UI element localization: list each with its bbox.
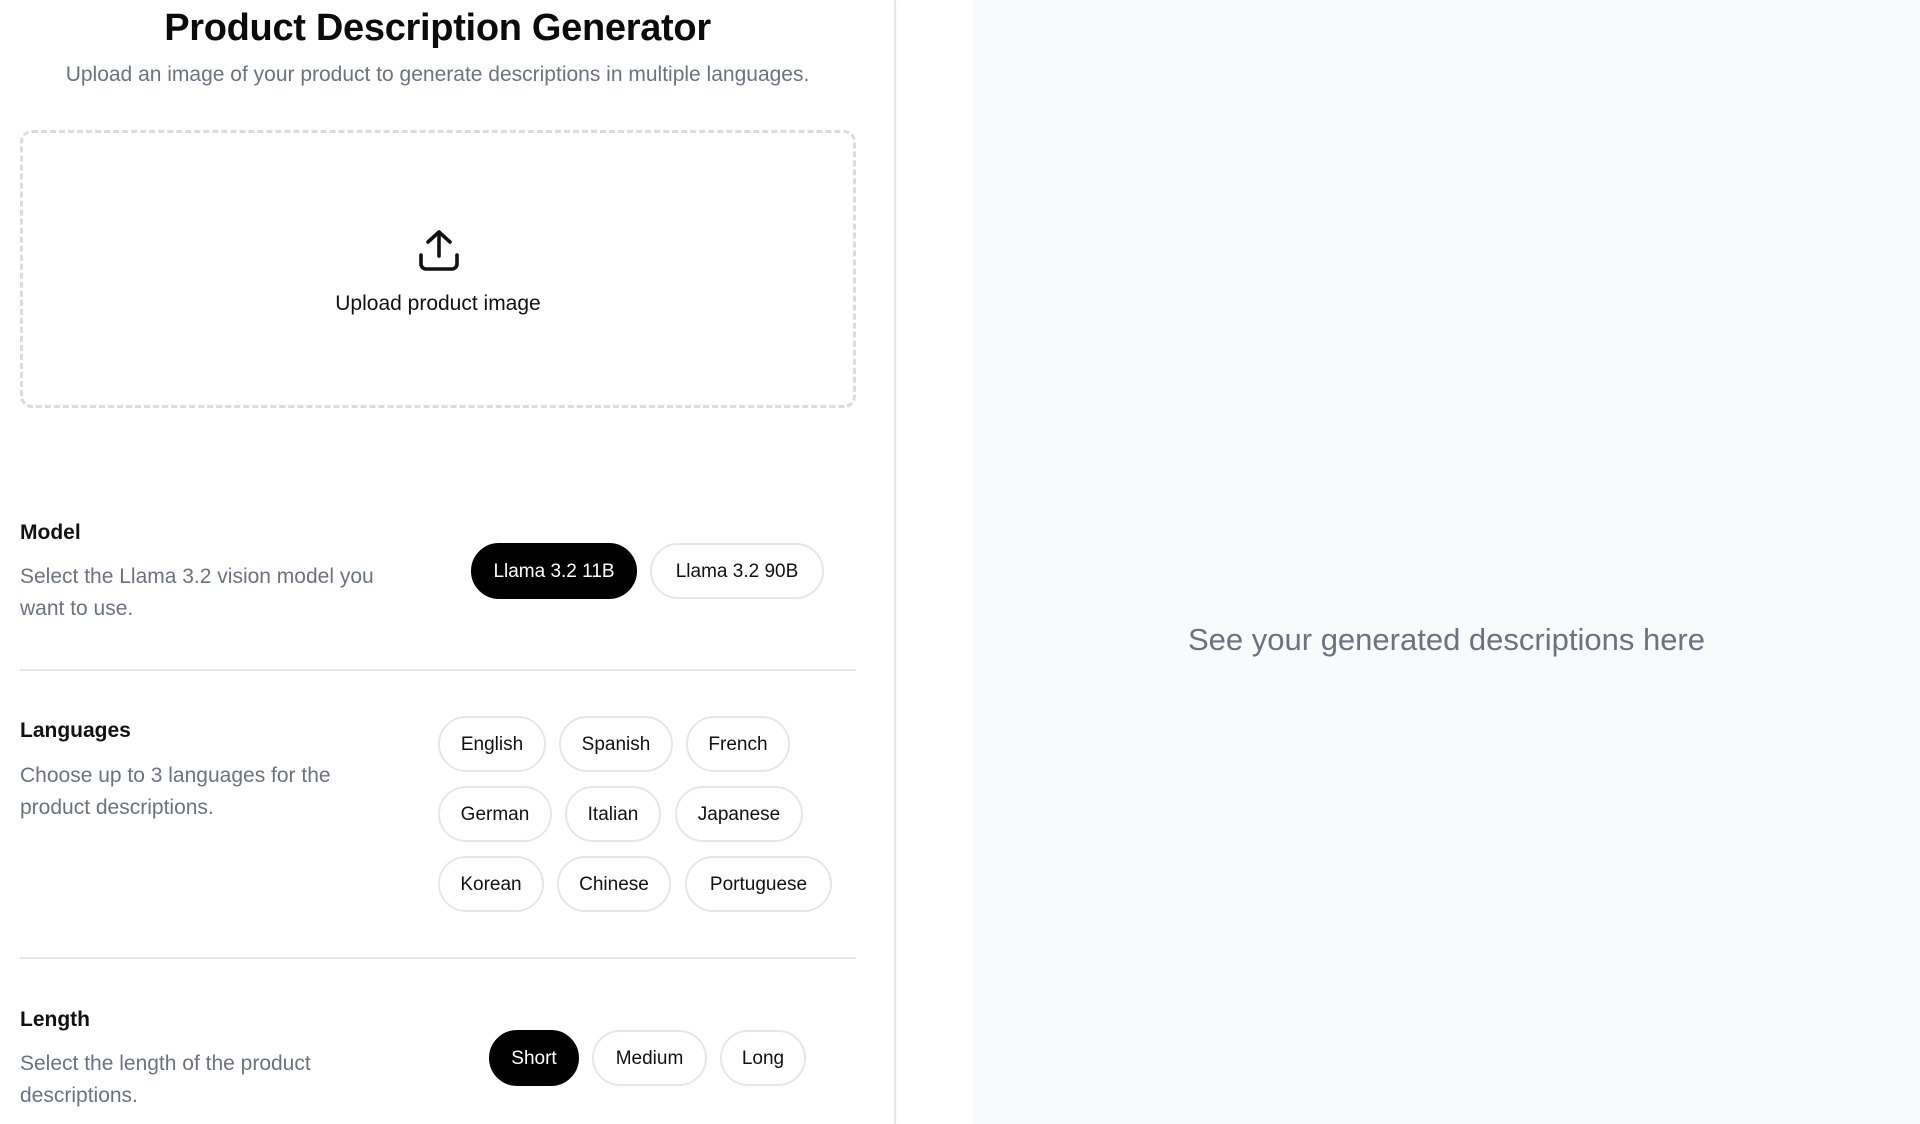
section-divider bbox=[20, 957, 856, 959]
language-option-french[interactable]: French bbox=[686, 716, 790, 772]
upload-label: Upload product image bbox=[335, 292, 541, 315]
language-option-japanese[interactable]: Japanese bbox=[675, 786, 803, 842]
page-subtitle: Upload an image of your product to gener… bbox=[65, 63, 810, 86]
page-title: Product Description Generator bbox=[164, 7, 711, 49]
settings-panel: Product Description Generator Upload an … bbox=[0, 0, 895, 1124]
language-option-italian[interactable]: Italian bbox=[565, 786, 661, 842]
section-divider bbox=[20, 669, 856, 671]
panel-divider bbox=[894, 0, 896, 1124]
model-option-llama-90b[interactable]: Llama 3.2 90B bbox=[650, 543, 824, 599]
language-option-english[interactable]: English bbox=[438, 716, 546, 772]
model-description: Select the Llama 3.2 vision model you wa… bbox=[20, 565, 374, 620]
length-heading: Length bbox=[20, 1008, 90, 1031]
length-option-short[interactable]: Short bbox=[489, 1030, 579, 1086]
languages-heading: Languages bbox=[20, 719, 131, 742]
length-description: Select the length of the product descrip… bbox=[20, 1052, 311, 1107]
language-option-spanish[interactable]: Spanish bbox=[559, 716, 673, 772]
output-panel: See your generated descriptions here bbox=[973, 0, 1920, 1124]
upload-icon bbox=[419, 230, 459, 271]
language-option-korean[interactable]: Korean bbox=[438, 856, 544, 912]
upload-dropzone[interactable]: Upload product image bbox=[20, 130, 856, 408]
language-option-portuguese[interactable]: Portuguese bbox=[685, 856, 832, 912]
length-option-medium[interactable]: Medium bbox=[592, 1030, 707, 1086]
model-heading: Model bbox=[20, 521, 81, 544]
length-option-long[interactable]: Long bbox=[720, 1030, 806, 1086]
model-option-llama-11b[interactable]: Llama 3.2 11B bbox=[471, 543, 637, 599]
output-placeholder: See your generated descriptions here bbox=[1188, 622, 1705, 657]
language-option-chinese[interactable]: Chinese bbox=[557, 856, 671, 912]
languages-description: Choose up to 3 languages for the product… bbox=[20, 764, 331, 819]
language-option-german[interactable]: German bbox=[438, 786, 552, 842]
